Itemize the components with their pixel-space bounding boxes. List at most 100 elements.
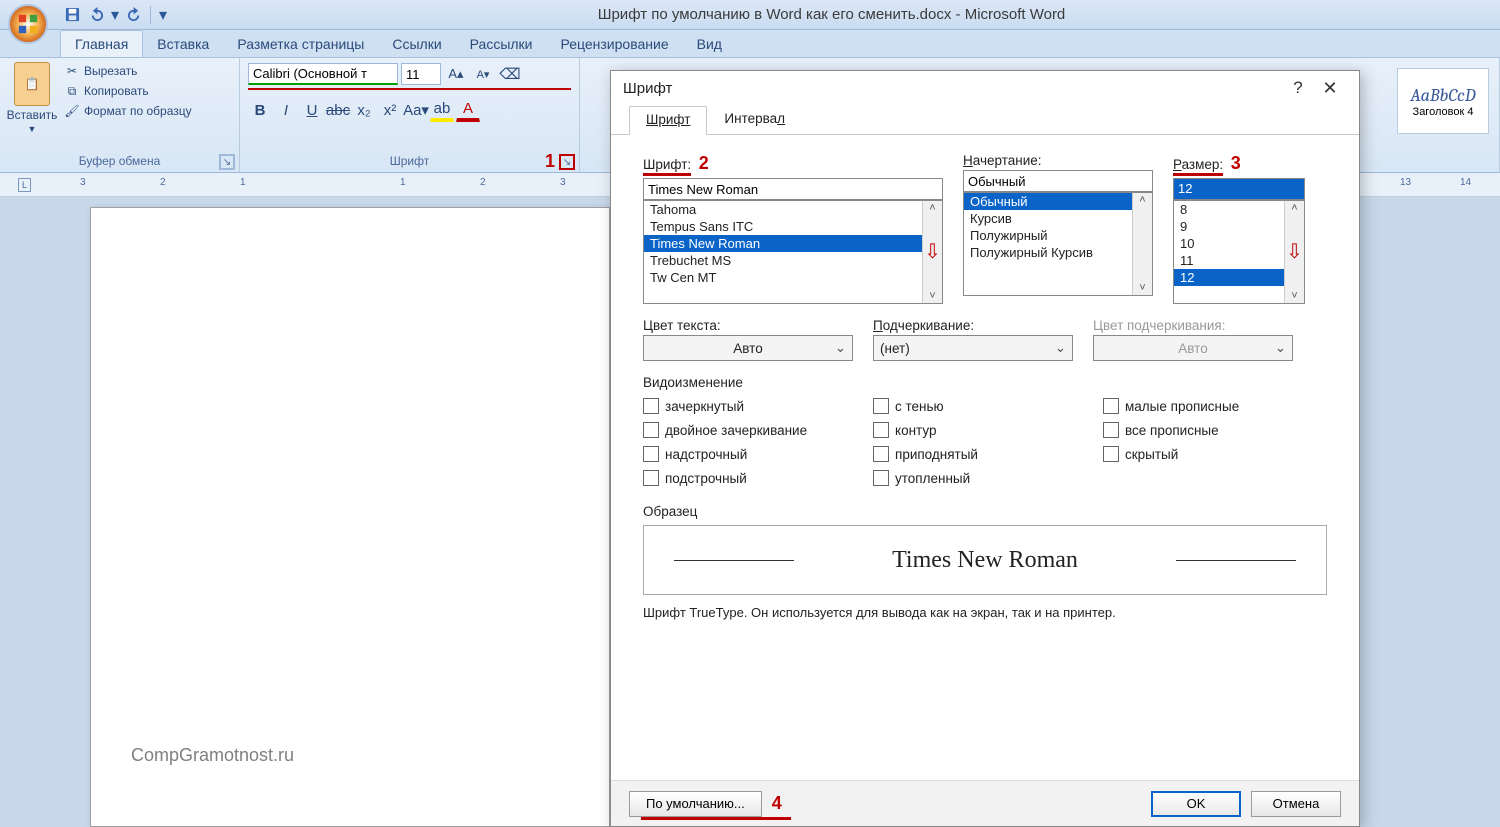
clear-format-icon[interactable]: ⌫ <box>498 62 522 86</box>
highlight-button[interactable]: ab <box>430 98 454 122</box>
scroll-down-icon[interactable]: ˅ <box>1133 281 1152 295</box>
list-item[interactable]: Обычный <box>964 193 1132 210</box>
font-name-combo[interactable] <box>248 63 398 85</box>
cut-label: Вырезать <box>84 64 137 78</box>
copy-label: Копировать <box>84 84 149 98</box>
tab-view[interactable]: Вид <box>683 31 736 57</box>
list-item[interactable]: Tahoma <box>644 201 922 218</box>
tab-selector-icon[interactable]: L <box>18 178 31 192</box>
font-launcher[interactable]: ↘ <box>559 154 575 170</box>
bold-button[interactable]: B <box>248 98 272 122</box>
font-input[interactable] <box>643 178 943 200</box>
italic-button[interactable]: I <box>274 98 298 122</box>
chk-label: скрытый <box>1125 447 1178 462</box>
chk-shadow[interactable]: с тенью <box>873 398 1103 414</box>
scrollbar[interactable]: ˄ ⇩ ˅ <box>1284 201 1304 303</box>
tab-insert[interactable]: Вставка <box>143 31 223 57</box>
strike-button[interactable]: abc <box>326 98 350 122</box>
paste-label: Вставить <box>7 108 58 122</box>
scroll-up-icon[interactable]: ˄ <box>1133 193 1152 207</box>
shrink-font-icon[interactable]: A▾ <box>471 62 495 86</box>
scroll-down-icon[interactable]: ˅ <box>923 289 942 303</box>
list-item[interactable]: Полужирный <box>964 227 1132 244</box>
chk-dstrike[interactable]: двойное зачеркивание <box>643 422 873 438</box>
clipboard-launcher[interactable]: ↘ <box>219 154 235 170</box>
tab-home[interactable]: Главная <box>60 30 143 57</box>
list-item[interactable]: Tw Cen MT <box>644 269 922 286</box>
format-painter-button[interactable]: 🖌Формат по образцу <box>60 102 196 120</box>
font-size-combo[interactable] <box>401 63 441 85</box>
list-item[interactable]: 9 <box>1174 218 1284 235</box>
tab-mailings[interactable]: Рассылки <box>456 31 547 57</box>
grow-font-icon[interactable]: A▴ <box>444 62 468 86</box>
watermark: CompGramotnost.ru <box>131 745 294 766</box>
scrollbar[interactable]: ˄ ˅ <box>1132 193 1152 295</box>
chk-super[interactable]: надстрочный <box>643 446 873 462</box>
qat-customize-icon[interactable]: ▾ <box>157 5 169 25</box>
dialog-titlebar[interactable]: Шрифт ? ✕ <box>611 71 1359 105</box>
tab-references[interactable]: Ссылки <box>378 31 455 57</box>
list-item[interactable]: 8 <box>1174 201 1284 218</box>
tab-layout[interactable]: Разметка страницы <box>223 31 378 57</box>
group-styles: AaBbCcD Заголовок 4 <box>1389 58 1500 172</box>
scroll-down-icon[interactable]: ˅ <box>1285 289 1304 303</box>
chk-outline[interactable]: контур <box>873 422 1103 438</box>
scroll-up-icon[interactable]: ˄ <box>1285 201 1304 215</box>
chk-allcaps[interactable]: все прописные <box>1103 422 1303 438</box>
document-page[interactable]: CompGramotnost.ru <box>90 207 610 827</box>
annotation-2: 2 <box>699 153 709 173</box>
font-color-dropdown[interactable]: Авто <box>643 335 853 361</box>
copy-button[interactable]: ⧉ Копировать <box>60 82 196 100</box>
list-item[interactable]: 10 <box>1174 235 1284 252</box>
ucolor-value: Авто <box>1178 341 1207 356</box>
list-item[interactable]: Курсив <box>964 210 1132 227</box>
cut-button[interactable]: ✂Вырезать <box>60 62 196 80</box>
close-button[interactable]: ✕ <box>1313 78 1347 99</box>
undo-icon[interactable] <box>86 5 106 25</box>
style-input[interactable] <box>963 170 1153 192</box>
window-title: Шрифт по умолчанию в Word как его сменит… <box>169 6 1494 23</box>
paste-icon: 📋 <box>14 62 50 106</box>
list-item[interactable]: Times New Roman <box>644 235 922 252</box>
undo-dropdown-icon[interactable]: ▾ <box>110 5 120 25</box>
chk-strike[interactable]: зачеркнутый <box>643 398 873 414</box>
underline-dropdown[interactable]: (нет) <box>873 335 1073 361</box>
chk-smallcaps[interactable]: малые прописные <box>1103 398 1303 414</box>
list-item[interactable]: Trebuchet MS <box>644 252 922 269</box>
copy-icon: ⧉ <box>64 83 80 99</box>
style-listbox[interactable]: Обычный Курсив Полужирный Полужирный Кур… <box>963 192 1153 296</box>
chk-engrave[interactable]: утопленный <box>873 470 1103 486</box>
chk-emboss[interactable]: приподнятый <box>873 446 1103 462</box>
scroll-up-icon[interactable]: ˄ <box>923 201 942 215</box>
font-color-button[interactable]: A <box>456 98 480 122</box>
font-listbox[interactable]: Tahoma Tempus Sans ITC Times New Roman T… <box>643 200 943 304</box>
underline-button[interactable]: U <box>300 98 324 122</box>
list-item[interactable]: 11 <box>1174 252 1284 269</box>
change-case-button[interactable]: Aa▾ <box>404 98 428 122</box>
save-icon[interactable] <box>62 5 82 25</box>
chk-hidden[interactable]: скрытый <box>1103 446 1303 462</box>
size-listbox[interactable]: 8 9 10 11 12 ˄ ⇩ ˅ <box>1173 200 1305 304</box>
dtab-spacing[interactable]: Интервал <box>707 105 802 134</box>
default-button[interactable]: По умолчанию... <box>629 791 762 817</box>
tab-review[interactable]: Рецензирование <box>547 31 683 57</box>
redo-icon[interactable] <box>124 5 144 25</box>
list-item[interactable]: Полужирный Курсив <box>964 244 1132 261</box>
style-heading4[interactable]: AaBbCcD Заголовок 4 <box>1397 68 1489 134</box>
office-button[interactable] <box>8 4 48 44</box>
paste-button[interactable]: 📋 Вставить ▼ <box>8 62 56 152</box>
group-font: A▴ A▾ ⌫ B I U abc x₂ x² Aa▾ ab A Шрифт ↘… <box>240 58 580 172</box>
list-item[interactable]: 12 <box>1174 269 1284 286</box>
ok-button[interactable]: OK <box>1151 791 1241 817</box>
size-input[interactable]: 12 <box>1173 178 1305 200</box>
chk-sub[interactable]: подстрочный <box>643 470 873 486</box>
dtab-font[interactable]: Шрифт <box>629 106 707 135</box>
default-button-label: По умолчанию... <box>646 796 745 811</box>
subscript-button[interactable]: x₂ <box>352 98 376 122</box>
scrollbar[interactable]: ˄ ⇩ ˅ <box>922 201 942 303</box>
help-button[interactable]: ? <box>1283 78 1313 98</box>
cancel-button[interactable]: Отмена <box>1251 791 1341 817</box>
font-color-value: Авто <box>733 341 762 356</box>
list-item[interactable]: Tempus Sans ITC <box>644 218 922 235</box>
superscript-button[interactable]: x² <box>378 98 402 122</box>
